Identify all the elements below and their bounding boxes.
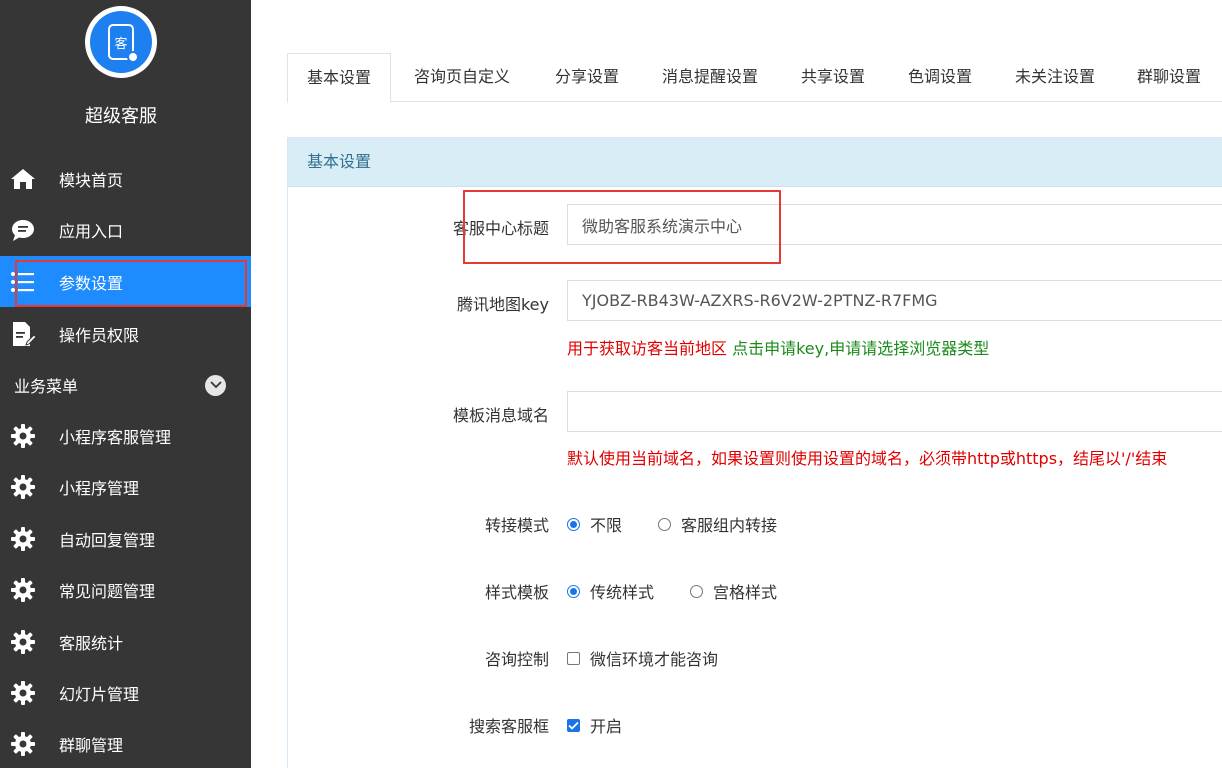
tab-color-settings[interactable]: 色调设置 xyxy=(893,53,987,102)
transfer-mode-options: 不限 客服组内转接 xyxy=(567,512,777,536)
settings-tabs: 基本设置 咨询页自定义 分享设置 消息提醒设置 共享设置 色调设置 未关注设置 … xyxy=(287,53,1222,103)
map-key-input[interactable] xyxy=(567,280,1222,321)
tab-basic-settings[interactable]: 基本设置 xyxy=(287,53,391,103)
search-box-enable-checkbox[interactable]: 开启 xyxy=(567,713,622,737)
app-logo: 客 xyxy=(85,6,157,78)
tab-unfollowed-settings[interactable]: 未关注设置 xyxy=(1001,53,1109,102)
home-icon xyxy=(10,166,36,192)
transfer-mode-label: 转接模式 xyxy=(484,516,549,535)
map-key-label: 腾讯地图key xyxy=(456,295,549,314)
search-box-label: 搜索客服框 xyxy=(468,717,549,736)
gear-icon xyxy=(10,423,36,449)
template-domain-hint: 默认使用当前域名，如果设置则使用设置的域名，必须带http或https，结尾以'… xyxy=(567,449,1168,468)
transfer-mode-in-group[interactable]: 客服组内转接 xyxy=(658,512,777,536)
style-template-label: 样式模板 xyxy=(484,583,549,602)
panel-title: 基本设置 xyxy=(288,138,1222,187)
sidebar-item-app-entry[interactable]: 应用入口 xyxy=(0,204,251,255)
sidebar-item-parameter-settings[interactable]: 参数设置 xyxy=(0,256,251,307)
list-icon xyxy=(10,269,36,295)
checkbox-checked[interactable] xyxy=(567,718,580,732)
tab-message-reminder[interactable]: 消息提醒设置 xyxy=(649,53,771,102)
tab-share-settings[interactable]: 分享设置 xyxy=(539,53,635,102)
consult-control-options: 微信环境才能咨询 xyxy=(567,646,718,670)
gear-icon xyxy=(10,526,36,552)
template-domain-input[interactable] xyxy=(567,391,1222,432)
sidebar-item-slides[interactable]: 幻灯片管理 xyxy=(0,667,251,718)
phone-icon: 客 xyxy=(108,24,139,63)
tab-sharing-settings[interactable]: 共享设置 xyxy=(787,53,879,102)
map-key-hint-text: 用于获取访客当前地区 xyxy=(567,339,728,358)
wechat-only-checkbox[interactable]: 微信环境才能咨询 xyxy=(567,646,718,670)
radio-selected[interactable] xyxy=(567,584,580,598)
consult-control-label: 咨询控制 xyxy=(484,650,549,669)
gear-icon xyxy=(10,629,36,655)
style-traditional[interactable]: 传统样式 xyxy=(567,579,654,603)
sidebar-item-miniprogram[interactable]: 小程序管理 xyxy=(0,461,251,512)
map-key-hint: 用于获取访客当前地区 点击申请key,申请请选择浏览器类型 xyxy=(567,335,989,359)
business-menu-header[interactable]: 业务菜单 xyxy=(0,360,251,410)
template-domain-label: 模板消息域名 xyxy=(452,406,549,425)
chevron-down-icon xyxy=(205,374,226,396)
check-icon xyxy=(568,721,579,730)
radio-selected[interactable] xyxy=(567,517,580,531)
style-template-options: 传统样式 宫格样式 xyxy=(567,579,777,603)
sidebar-item-operator-permissions[interactable]: 操作员权限 xyxy=(0,308,251,359)
radio-unselected[interactable] xyxy=(690,584,704,598)
app-title: 超级客服 xyxy=(85,106,157,127)
gear-icon xyxy=(10,731,36,757)
tab-consult-page-custom[interactable]: 咨询页自定义 xyxy=(397,53,527,102)
gear-icon xyxy=(10,577,36,603)
sidebar-item-auto-reply[interactable]: 自动回复管理 xyxy=(0,513,251,564)
sidebar-item-miniprogram-cs[interactable]: 小程序客服管理 xyxy=(0,410,251,461)
sidebar: 客 超级客服 模块首页 应用入口 参数设置 操作员权限 业务菜单 小程序客服管理… xyxy=(0,0,251,768)
document-edit-icon xyxy=(10,321,36,347)
apply-key-link[interactable]: 点击申请key,申请请选择浏览器类型 xyxy=(732,339,989,358)
search-box-options: 开启 xyxy=(567,713,622,737)
chat-bubble-icon xyxy=(10,217,36,243)
center-title-label: 客服中心标题 xyxy=(452,219,549,238)
gear-icon xyxy=(10,680,36,706)
radio-unselected[interactable] xyxy=(658,517,672,531)
transfer-mode-unlimited[interactable]: 不限 xyxy=(567,512,622,536)
sidebar-item-faq[interactable]: 常见问题管理 xyxy=(0,564,251,615)
checkbox-unchecked[interactable] xyxy=(567,651,580,665)
style-grid[interactable]: 宫格样式 xyxy=(690,579,777,603)
tab-group-chat-settings[interactable]: 群聊设置 xyxy=(1123,53,1215,102)
sidebar-item-cs-stats[interactable]: 客服统计 xyxy=(0,616,251,667)
gear-icon xyxy=(10,474,36,500)
sidebar-item-home[interactable]: 模块首页 xyxy=(0,153,251,204)
sidebar-item-group-chat[interactable]: 群聊管理 xyxy=(0,718,251,768)
center-title-input[interactable] xyxy=(567,204,1222,245)
